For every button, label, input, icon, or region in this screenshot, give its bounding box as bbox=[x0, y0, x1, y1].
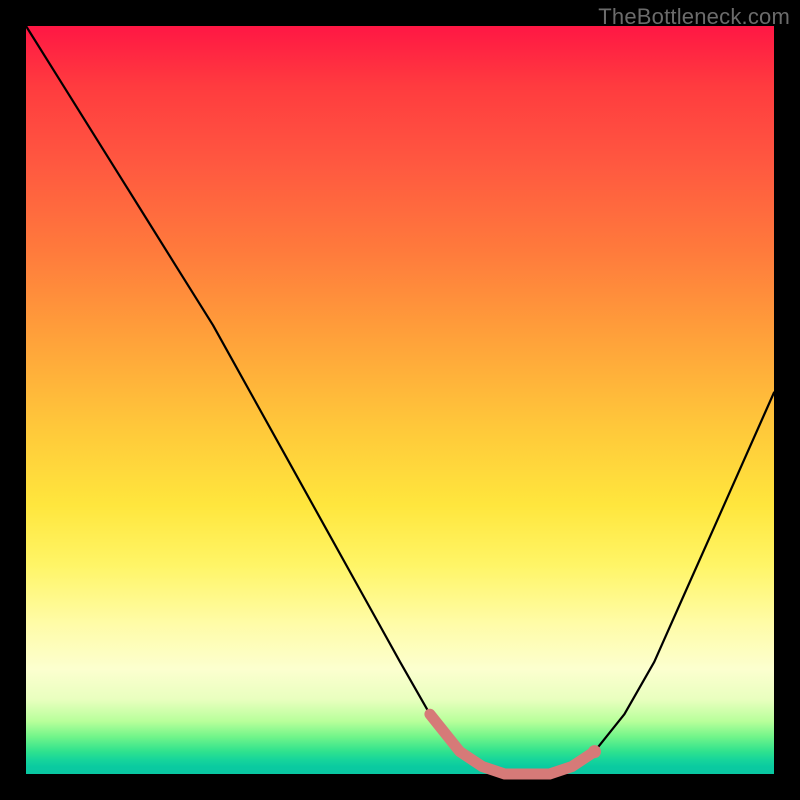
chart-frame: TheBottleneck.com bbox=[0, 0, 800, 800]
optimal-range-end-dot bbox=[588, 745, 601, 758]
bottleneck-curve bbox=[26, 26, 774, 774]
chart-svg bbox=[26, 26, 774, 774]
optimal-range-highlight bbox=[430, 714, 595, 774]
chart-plot-area bbox=[26, 26, 774, 774]
watermark-text: TheBottleneck.com bbox=[598, 4, 790, 30]
